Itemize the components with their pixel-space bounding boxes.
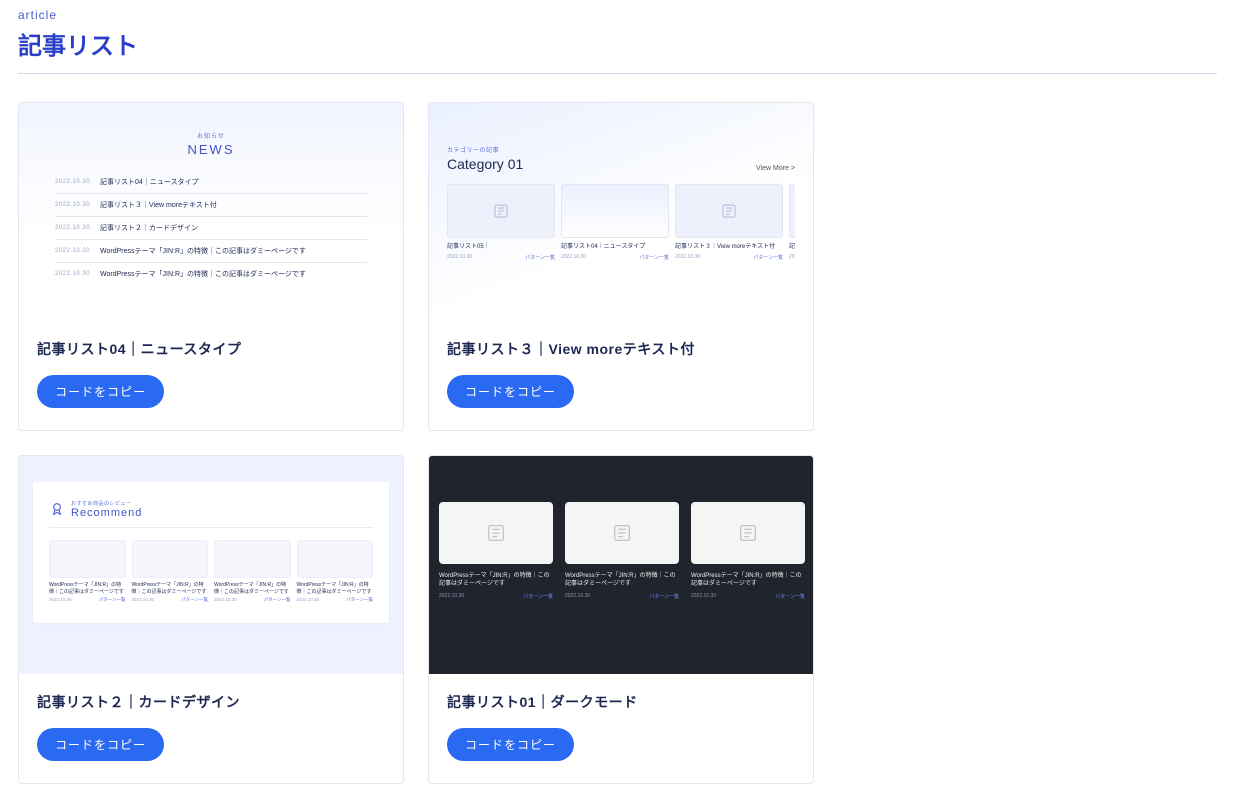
preview-news: お知らせ NEWS 2022.10.30 記事リスト04｜ニュースタイプ 202…: [19, 103, 403, 321]
preview-vm-cap: 記事リスト２: [789, 244, 795, 252]
preview-vm-tag: パターン一覧: [753, 254, 783, 261]
preview-dark-cap: WordPressテーマ「JIN:R」の特徴｜この記事はダミーページです: [691, 572, 805, 589]
ribbon-icon: [49, 501, 65, 519]
preview-vm-date: 2022.10.30: [789, 254, 795, 260]
section-divider: [18, 73, 1217, 74]
pattern-card-viewmore[interactable]: カテゴリーの記事 Category 01 View More > 記事リスト05…: [428, 102, 814, 431]
preview-vm-cap: 記事リスト05｜: [447, 244, 555, 252]
card-title: 記事リスト２｜カードデザイン: [37, 692, 385, 712]
preview-vm-tag: パターン一覧: [639, 254, 669, 261]
copy-code-button[interactable]: コードをコピー: [447, 375, 574, 408]
preview-news-date: 2022.10.30: [55, 225, 90, 231]
preview-rec-heading: Recommend: [71, 507, 142, 519]
preview-news-date: 2022.10.30: [55, 271, 90, 277]
pattern-card-recommend[interactable]: おすすめ商品のレビュー Recommend WordPressテーマ「JIN:R…: [18, 455, 404, 784]
preview-rec-cap: WordPressテーマ「JIN:R」の特徴｜この記事はダミーページです: [214, 582, 291, 595]
preview-news-row: 2022.10.30 WordPressテーマ「JIN:R」の特徴｜この記事はダ…: [55, 240, 367, 263]
pattern-card-dark[interactable]: WordPressテーマ「JIN:R」の特徴｜この記事はダミーページです 202…: [428, 455, 814, 784]
preview-dark-date: 2022.10.30: [691, 593, 716, 600]
preview-rec-tag: パターン一覧: [346, 597, 373, 603]
preview-vm-date: 2022.10.30: [561, 254, 586, 261]
preview-vm-item: 記事リスト05｜ 2022.10.30 パターン一覧: [447, 184, 555, 261]
preview-rec-cap: WordPressテーマ「JIN:R」の特徴｜この記事はダミーページです: [132, 582, 209, 595]
pattern-card-news[interactable]: お知らせ NEWS 2022.10.30 記事リスト04｜ニュースタイプ 202…: [18, 102, 404, 431]
preview-dark-item: WordPressテーマ「JIN:R」の特徴｜この記事はダミーページです 202…: [691, 502, 805, 600]
preview-dark-item: WordPressテーマ「JIN:R」の特徴｜この記事はダミーページです 202…: [565, 502, 679, 600]
preview-news-text: 記事リスト04｜ニュースタイプ: [100, 177, 198, 187]
preview-rec-date: 2022.10.30: [297, 597, 320, 603]
preview-news-text: 記事リスト２｜カードデザイン: [100, 223, 198, 233]
preview-rec-item: WordPressテーマ「JIN:R」の特徴｜この記事はダミーページです 202…: [49, 540, 126, 603]
preview-vm-heading: Category 01: [447, 156, 523, 172]
preview-vm-cap: 記事リスト04｜ニュースタイプ: [561, 244, 669, 252]
preview-dark-date: 2022.10.30: [565, 593, 590, 600]
preview-vm-date: 2022.10.30: [675, 254, 700, 261]
preview-news-date: 2022.10.30: [55, 179, 90, 185]
preview-dark-tag: パターン一覧: [649, 593, 679, 600]
copy-code-button[interactable]: コードをコピー: [447, 728, 574, 761]
preview-news-row: 2022.10.30 記事リスト２｜カードデザイン: [55, 217, 367, 240]
preview-news-heading: NEWS: [55, 142, 367, 157]
preview-vm-item: 記事リスト２ 2022.10.30: [789, 184, 795, 261]
preview-viewmore: カテゴリーの記事 Category 01 View More > 記事リスト05…: [429, 103, 813, 321]
copy-code-button[interactable]: コードをコピー: [37, 728, 164, 761]
section-kicker: article: [18, 8, 1217, 22]
preview-rec-date: 2022.10.30: [214, 597, 237, 603]
preview-news-text: WordPressテーマ「JIN:R」の特徴｜この記事はダミーページです: [100, 246, 306, 256]
preview-rec-item: WordPressテーマ「JIN:R」の特徴｜この記事はダミーページです 202…: [214, 540, 291, 603]
preview-dark-item: WordPressテーマ「JIN:R」の特徴｜この記事はダミーページです 202…: [439, 502, 553, 600]
preview-dark-date: 2022.10.30: [439, 593, 464, 600]
preview-news-date: 2022.10.30: [55, 248, 90, 254]
preview-vm-tag: パターン一覧: [525, 254, 555, 261]
preview-news-row: 2022.10.30 記事リスト３｜View moreテキスト付: [55, 194, 367, 217]
card-title: 記事リスト３｜View moreテキスト付: [447, 339, 795, 359]
preview-news-date: 2022.10.30: [55, 202, 90, 208]
preview-vm-item: 記事リスト04｜ニュースタイプ 2022.10.30 パターン一覧: [561, 184, 669, 261]
preview-vm-date: 2022.10.30: [447, 254, 472, 261]
preview-rec-item: WordPressテーマ「JIN:R」の特徴｜この記事はダミーページです 202…: [132, 540, 209, 603]
card-title: 記事リスト04｜ニュースタイプ: [37, 339, 385, 359]
preview-rec-item: WordPressテーマ「JIN:R」の特徴｜この記事はダミーページです 202…: [297, 540, 374, 603]
preview-rec-date: 2022.10.30: [132, 597, 155, 603]
preview-vm-item: 記事リスト３｜View moreテキスト付 2022.10.30 パターン一覧: [675, 184, 783, 261]
preview-vm-kicker: カテゴリーの記事: [447, 145, 523, 154]
preview-vm-cap: 記事リスト３｜View moreテキスト付: [675, 244, 783, 252]
preview-news-kicker: お知らせ: [55, 131, 367, 140]
preview-rec-cap: WordPressテーマ「JIN:R」の特徴｜この記事はダミーページです: [297, 582, 374, 595]
preview-rec-date: 2022.10.30: [49, 597, 72, 603]
preview-dark-cap: WordPressテーマ「JIN:R」の特徴｜この記事はダミーページです: [439, 572, 553, 589]
card-grid: お知らせ NEWS 2022.10.30 記事リスト04｜ニュースタイプ 202…: [18, 102, 1217, 784]
section-title: 記事リスト: [18, 26, 1217, 61]
preview-rec-cap: WordPressテーマ「JIN:R」の特徴｜この記事はダミーページです: [49, 582, 126, 595]
card-title: 記事リスト01｜ダークモード: [447, 692, 795, 712]
copy-code-button[interactable]: コードをコピー: [37, 375, 164, 408]
preview-news-text: WordPressテーマ「JIN:R」の特徴｜この記事はダミーページです: [100, 269, 306, 279]
preview-rec-tag: パターン一覧: [99, 597, 126, 603]
preview-dark-tag: パターン一覧: [523, 593, 553, 600]
preview-news-row: 2022.10.30 WordPressテーマ「JIN:R」の特徴｜この記事はダ…: [55, 263, 367, 285]
preview-news-text: 記事リスト３｜View moreテキスト付: [100, 200, 217, 210]
preview-dark-cap: WordPressテーマ「JIN:R」の特徴｜この記事はダミーページです: [565, 572, 679, 589]
preview-vm-more: View More >: [756, 165, 795, 172]
preview-rec-kicker: おすすめ商品のレビュー: [71, 500, 142, 507]
preview-news-row: 2022.10.30 記事リスト04｜ニュースタイプ: [55, 171, 367, 194]
preview-rec-tag: パターン一覧: [264, 597, 291, 603]
preview-recommend: おすすめ商品のレビュー Recommend WordPressテーマ「JIN:R…: [19, 456, 403, 674]
preview-dark: WordPressテーマ「JIN:R」の特徴｜この記事はダミーページです 202…: [429, 456, 813, 674]
preview-dark-tag: パターン一覧: [775, 593, 805, 600]
preview-rec-tag: パターン一覧: [181, 597, 208, 603]
